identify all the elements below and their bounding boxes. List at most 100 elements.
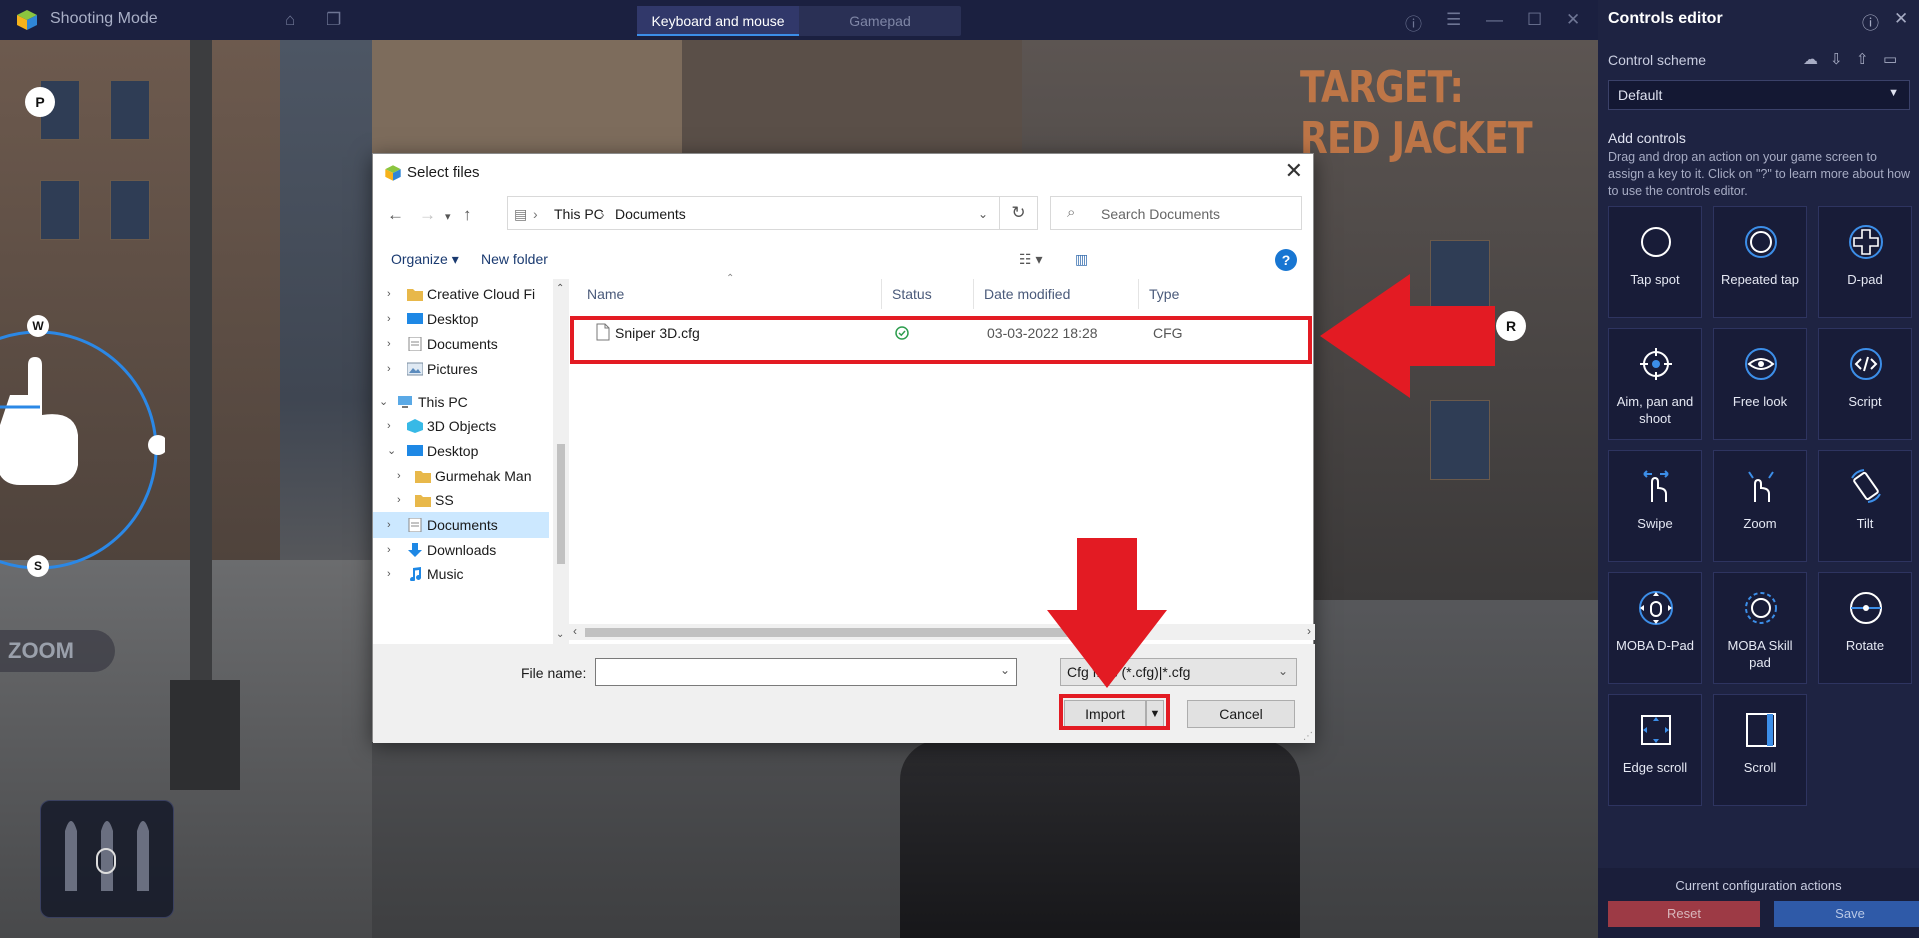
tile-d-pad[interactable]: D-pad <box>1818 206 1912 318</box>
tab-gamepad[interactable]: Gamepad <box>799 6 961 36</box>
expand-icon[interactable]: › <box>387 281 391 307</box>
dpad-joystick-overlay[interactable] <box>0 325 165 580</box>
expand-icon[interactable]: › <box>387 413 391 439</box>
tree-item-desktop-expanded[interactable]: ⌄ Desktop <box>373 438 553 464</box>
import-icon[interactable]: ⇩ <box>1830 50 1843 68</box>
key-badge-r[interactable]: R <box>1496 311 1526 341</box>
tree-item-ss[interactable]: › SS <box>373 487 553 513</box>
tab-keyboard-mouse[interactable]: Keyboard and mouse <box>637 6 799 36</box>
dialog-close-icon[interactable]: ✕ <box>1285 158 1303 184</box>
help-icon[interactable]: ⓘ <box>1862 9 1879 34</box>
tree-item-documents-selected[interactable]: › Documents <box>373 512 549 538</box>
tile-rotate[interactable]: Rotate <box>1818 572 1912 684</box>
recent-locations-icon[interactable]: ▾ <box>445 210 451 223</box>
tile-label: Aim, pan and shoot <box>1616 394 1694 426</box>
back-icon[interactable]: ← <box>387 205 404 225</box>
collapse-icon[interactable]: ⌄ <box>387 438 396 464</box>
tile-swipe[interactable]: Swipe <box>1608 450 1702 562</box>
cloud-icon[interactable]: ☁ <box>1803 50 1818 68</box>
expand-icon[interactable]: › <box>397 463 401 489</box>
close-window-icon[interactable]: ✕ <box>1566 10 1580 30</box>
help-icon[interactable]: ⓘ <box>1405 10 1422 35</box>
expand-icon[interactable]: › <box>387 512 391 538</box>
tree-item-music[interactable]: › Music <box>373 561 553 587</box>
tree-item-downloads[interactable]: › Downloads <box>373 537 553 563</box>
tree-label: Pictures <box>427 361 478 377</box>
tile-zoom[interactable]: Zoom <box>1713 450 1807 562</box>
menu-icon[interactable]: ☰ <box>1446 10 1461 30</box>
key-badge-w[interactable]: W <box>27 315 49 337</box>
tree-scroll-thumb[interactable] <box>557 444 565 564</box>
hscroll-thumb[interactable] <box>585 628 1070 637</box>
tile-repeated-tap[interactable]: Repeated tap <box>1713 206 1807 318</box>
close-icon[interactable]: ✕ <box>1894 9 1908 29</box>
tile-script[interactable]: Script <box>1818 328 1912 440</box>
tree-item-documents[interactable]: › Documents <box>373 331 553 357</box>
reset-button[interactable]: Reset <box>1608 901 1760 927</box>
home-icon[interactable]: ⌂ <box>285 10 295 30</box>
collapse-icon[interactable]: ⌄ <box>379 389 388 415</box>
forward-icon[interactable]: → <box>419 205 436 225</box>
moba-skill-pad-icon <box>1745 592 1777 624</box>
tree-item-desktop[interactable]: › Desktop <box>373 306 553 332</box>
save-button[interactable]: Save <box>1774 901 1919 927</box>
tile-moba-skill-pad[interactable]: MOBA Skill pad <box>1713 572 1807 684</box>
tile-scroll[interactable]: Scroll <box>1713 694 1807 806</box>
expand-icon[interactable]: › <box>387 331 391 357</box>
export-icon[interactable]: ⇧ <box>1856 50 1869 68</box>
tree-item-creative-cloud[interactable]: › Creative Cloud Fi <box>373 281 553 307</box>
address-bar[interactable]: ▤ › This PC › Documents ⌄ <box>507 196 1000 230</box>
column-date-modified[interactable]: Date modified <box>974 279 1139 309</box>
tile-moba-d-pad[interactable]: MOBA D-Pad <box>1608 572 1702 684</box>
expand-icon[interactable]: › <box>387 306 391 332</box>
scroll-down-icon[interactable]: ⌄ <box>556 629 564 640</box>
search-input[interactable]: Search Documents <box>1101 206 1220 222</box>
address-dropdown-icon[interactable]: ⌄ <box>978 207 988 221</box>
multi-instance-icon[interactable]: ❐ <box>326 10 341 30</box>
breadcrumb-this-pc[interactable]: This PC <box>554 206 604 222</box>
key-badge-p[interactable]: P <box>25 87 55 117</box>
file-name-input[interactable]: ⌄ <box>595 658 1017 686</box>
scroll-left-icon[interactable]: ‹ <box>573 624 577 638</box>
view-options-icon[interactable]: ☷ ▾ <box>1019 251 1042 268</box>
expand-icon[interactable]: › <box>387 537 391 563</box>
search-box[interactable]: ⌕ Search Documents <box>1050 196 1302 230</box>
title-bar: Shooting Mode ⌂ ❐ Keyboard and mouse Gam… <box>0 0 1598 40</box>
d-pad-icon <box>1849 225 1883 259</box>
folder-icon[interactable]: ▭ <box>1883 50 1897 68</box>
expand-icon[interactable]: › <box>397 487 401 513</box>
zoom-button[interactable]: ZOOM <box>0 630 115 672</box>
column-name[interactable]: Name <box>577 279 882 309</box>
key-badge-s[interactable]: S <box>27 555 49 577</box>
tile-tilt[interactable]: Tilt <box>1818 450 1912 562</box>
expand-icon[interactable]: › <box>387 356 391 382</box>
breadcrumb-documents[interactable]: Documents <box>615 206 686 222</box>
tree-item-3d-objects[interactable]: › 3D Objects <box>373 413 553 439</box>
column-type[interactable]: Type <box>1139 279 1199 309</box>
scroll-right-icon[interactable]: › <box>1307 624 1311 638</box>
tree-item-gurmehak[interactable]: › Gurmehak Man <box>373 463 553 489</box>
organize-button[interactable]: Organize ▾ <box>391 251 459 268</box>
tile-edge-scroll[interactable]: Edge scroll <box>1608 694 1702 806</box>
tree-item-this-pc[interactable]: ⌄ This PC <box>373 389 553 415</box>
control-scheme-select[interactable]: Default ▼ <box>1608 80 1910 110</box>
desktop-icon <box>407 445 423 456</box>
expand-icon[interactable]: › <box>387 561 391 587</box>
tile-tap-spot[interactable]: Tap spot <box>1608 206 1702 318</box>
up-icon[interactable]: ↑ <box>463 205 472 225</box>
preview-pane-icon[interactable]: ▥ <box>1075 251 1088 268</box>
tile-free-look[interactable]: Free look <box>1713 328 1807 440</box>
tree-item-pictures[interactable]: › Pictures <box>373 356 553 382</box>
file-name-dropdown-icon[interactable]: ⌄ <box>1000 663 1010 677</box>
cancel-button[interactable]: Cancel <box>1187 700 1295 728</box>
scroll-up-icon[interactable]: ⌃ <box>556 283 564 294</box>
resize-grip-icon[interactable]: ⋰ <box>1303 731 1313 742</box>
maximize-icon[interactable]: ☐ <box>1527 10 1542 30</box>
ammo-panel[interactable] <box>40 800 174 918</box>
tile-aim-pan-shoot[interactable]: Aim, pan and shoot <box>1608 328 1702 440</box>
help-button[interactable]: ? <box>1275 249 1297 271</box>
new-folder-button[interactable]: New folder <box>481 251 548 267</box>
column-status[interactable]: Status <box>882 279 974 309</box>
minimize-icon[interactable]: — <box>1486 10 1503 30</box>
refresh-button[interactable]: ↻ <box>999 196 1038 230</box>
